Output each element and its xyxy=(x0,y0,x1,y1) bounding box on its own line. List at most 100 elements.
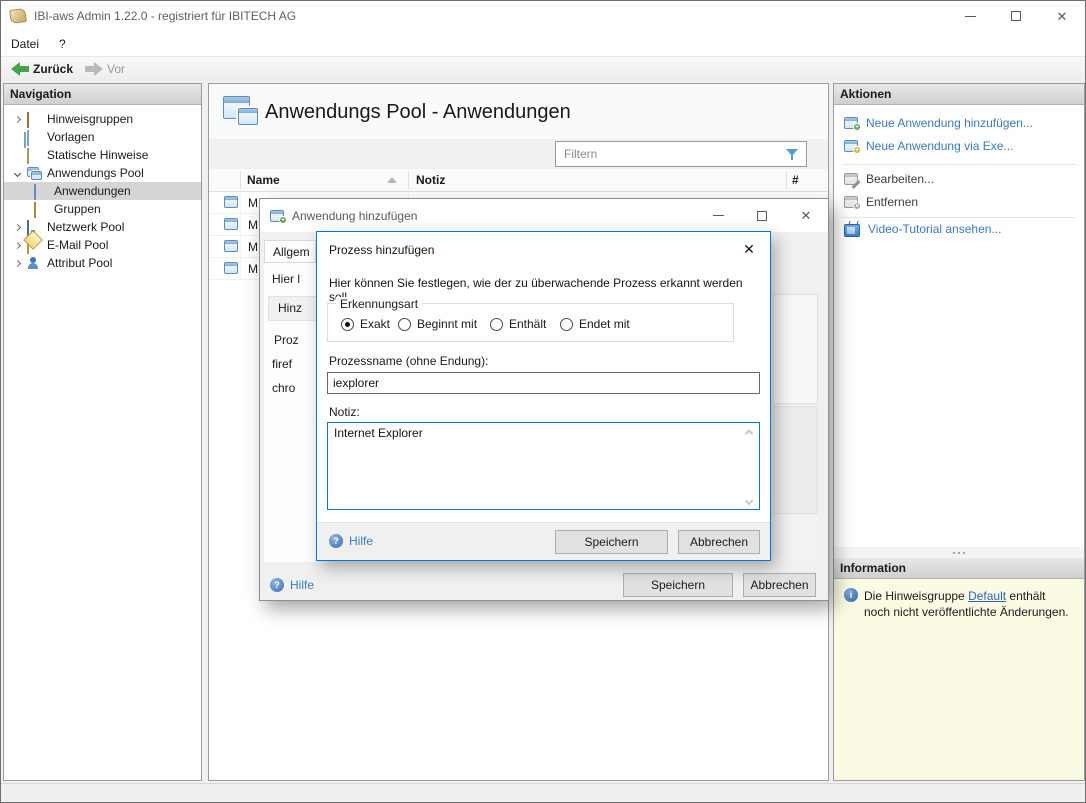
radio-icon[interactable] xyxy=(490,318,503,331)
hinweisgruppen-icon xyxy=(27,113,42,126)
nav-item-anwendungs-pool[interactable]: Anwendungs Pool xyxy=(4,164,201,182)
table-header: Name Notiz # xyxy=(209,169,828,192)
radio-icon[interactable] xyxy=(398,318,411,331)
action-edit[interactable]: Bearbeiten... xyxy=(844,170,934,188)
dialog-close-button[interactable]: ✕ xyxy=(784,199,828,232)
close-button[interactable]: ✕ xyxy=(1039,1,1085,31)
erkennungsart-groupbox: Erkennungsart Exakt Beginnt mit Enthält … xyxy=(327,303,734,342)
chevron-right-icon[interactable] xyxy=(12,243,22,248)
forward-arrow-icon xyxy=(85,62,103,76)
nav-item-vorlagen[interactable]: Vorlagen xyxy=(4,128,201,146)
action-label: Neue Anwendung hinzufügen... xyxy=(866,116,1033,130)
radio-enthaelt[interactable]: Enthält xyxy=(490,317,546,331)
column-header-name[interactable]: Name xyxy=(247,173,280,187)
action-remove[interactable]: × Entfernen xyxy=(844,193,918,211)
dialog-close-button[interactable]: ✕ xyxy=(738,238,760,260)
back-button[interactable]: Zurück xyxy=(7,59,77,79)
navigation-header: Navigation xyxy=(4,84,201,105)
action-new-application[interactable]: + Neue Anwendung hinzufügen... xyxy=(844,114,1033,132)
navigation-panel: Navigation Hinweisgruppen Vorlagen Stati… xyxy=(3,83,202,781)
radio-icon[interactable] xyxy=(560,318,573,331)
nav-item-statische-hinweise[interactable]: Statische Hinweise xyxy=(4,146,201,164)
forward-button[interactable]: Vor xyxy=(81,59,129,79)
dialog-cancel-button[interactable]: Abbrechen xyxy=(678,530,760,554)
window-add-icon: + xyxy=(844,117,858,129)
dialog-save-button[interactable]: Speichern xyxy=(555,530,668,554)
actions-header: Aktionen xyxy=(834,84,1084,105)
chevron-right-icon[interactable] xyxy=(12,225,22,230)
clipped-text-fragment: firef xyxy=(272,357,317,371)
dialog-help-link[interactable]: ? Hilfe xyxy=(329,534,373,548)
nav-item-attribut-pool[interactable]: Attribut Pool xyxy=(4,254,201,272)
dialog-title: Prozess hinzufügen xyxy=(329,243,434,257)
help-icon: ? xyxy=(270,578,284,592)
minimize-button[interactable] xyxy=(947,1,993,31)
menu-help[interactable]: ? xyxy=(49,31,76,56)
nav-item-anwendungen[interactable]: Anwendungen xyxy=(4,182,201,200)
processname-input[interactable] xyxy=(327,372,760,394)
scroll-up-icon[interactable] xyxy=(746,429,754,437)
nav-item-label: Attribut Pool xyxy=(47,256,112,270)
status-bar xyxy=(1,783,1085,803)
clipped-text-fragment: Proz xyxy=(274,333,317,347)
radio-beginnt-mit[interactable]: Beginnt mit xyxy=(398,317,477,331)
application-icon xyxy=(224,240,238,252)
chevron-down-icon[interactable] xyxy=(12,171,22,176)
default-group-link[interactable]: Default xyxy=(968,589,1006,603)
radio-exakt[interactable]: Exakt xyxy=(341,317,390,331)
clipped-text-fragment: Hinz xyxy=(278,301,317,315)
maximize-button[interactable] xyxy=(993,1,1039,31)
filter-funnel-icon[interactable] xyxy=(786,148,800,161)
action-video-tutorial[interactable]: Video-Tutorial ansehen... xyxy=(844,220,1001,238)
clipped-control-fragment xyxy=(773,294,818,404)
toolbar: Zurück Vor xyxy=(1,56,1085,81)
window-exe-icon: + xyxy=(844,140,858,152)
menu-bar: Datei ? xyxy=(1,31,1085,56)
action-label: Neue Anwendung via Exe... xyxy=(866,139,1013,153)
filter-input[interactable] xyxy=(562,146,786,162)
close-icon: ✕ xyxy=(801,209,812,222)
nav-item-label: Statische Hinweise xyxy=(47,148,148,162)
help-label: Hilfe xyxy=(349,534,373,548)
tab-allgemein[interactable]: Allgem xyxy=(264,240,316,262)
title-bar: IBI-aws Admin 1.22.0 - registriert für I… xyxy=(1,1,1085,31)
nav-item-hinweisgruppen[interactable]: Hinweisgruppen xyxy=(4,110,201,128)
radio-selected-icon[interactable] xyxy=(341,318,354,331)
dialog-save-button[interactable]: Speichern xyxy=(623,573,733,597)
clipped-control-fragment xyxy=(773,516,818,562)
nav-item-email-pool[interactable]: E-Mail Pool xyxy=(4,236,201,254)
app-window: IBI-aws Admin 1.22.0 - registriert für I… xyxy=(0,0,1086,803)
window-add-icon: + xyxy=(270,210,284,222)
statische-hinweise-icon xyxy=(27,149,42,162)
dialog-cancel-button[interactable]: Abbrechen xyxy=(743,573,816,597)
dialog-help-link[interactable]: ? Hilfe xyxy=(270,578,314,592)
dialog-title-bar: + Anwendung hinzufügen ✕ xyxy=(260,199,828,232)
column-header-notiz[interactable]: Notiz xyxy=(416,173,445,187)
back-label: Zurück xyxy=(33,62,73,76)
radio-label: Enthält xyxy=(509,317,546,331)
dialog-minimize-button[interactable] xyxy=(696,199,740,232)
nav-item-label: Anwendungen xyxy=(54,184,131,198)
menu-datei[interactable]: Datei xyxy=(1,31,49,56)
chevron-right-icon[interactable] xyxy=(12,261,22,266)
notiz-textarea[interactable]: Internet Explorer xyxy=(327,422,760,510)
scroll-down-icon[interactable] xyxy=(746,498,754,506)
dialog-footer: ? Hilfe Speichern Abbrechen xyxy=(317,522,770,560)
info-icon: i xyxy=(844,588,858,602)
nav-item-label: Vorlagen xyxy=(47,130,94,144)
back-arrow-icon xyxy=(11,62,29,76)
clipped-text-fragment: chro xyxy=(272,381,317,395)
notiz-label: Notiz: xyxy=(329,405,360,419)
information-text: Die Hinweisgruppe Default enthält noch n… xyxy=(864,588,1074,620)
column-header-count[interactable]: # xyxy=(792,173,799,187)
maximize-icon xyxy=(757,211,767,221)
nav-item-gruppen[interactable]: Gruppen xyxy=(4,200,201,218)
action-new-application-via-exe[interactable]: + Neue Anwendung via Exe... xyxy=(844,137,1013,155)
close-icon: ✕ xyxy=(743,241,755,258)
radio-endet-mit[interactable]: Endet mit xyxy=(560,317,630,331)
splitter-grip[interactable] xyxy=(834,547,1084,558)
nav-item-label: Hinweisgruppen xyxy=(47,112,133,126)
dialog-maximize-button[interactable] xyxy=(740,199,784,232)
filter-box xyxy=(555,141,807,167)
chevron-right-icon[interactable] xyxy=(12,117,22,122)
